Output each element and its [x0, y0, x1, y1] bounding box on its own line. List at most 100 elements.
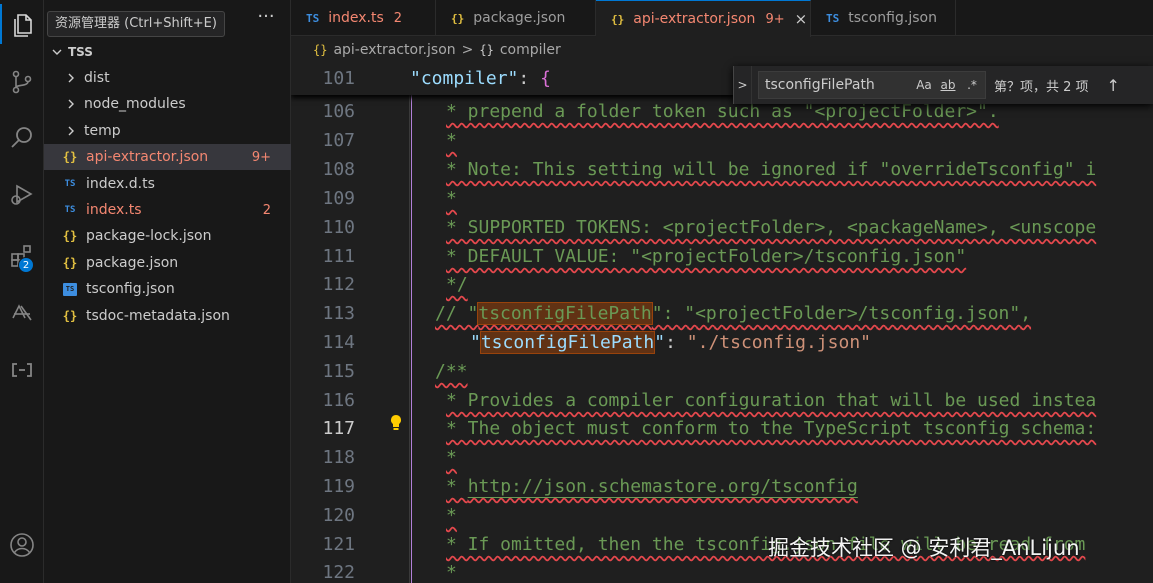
ts-file-icon: TS: [306, 11, 320, 25]
source-control-icon[interactable]: [0, 62, 44, 102]
close-icon[interactable]: ×: [795, 10, 808, 28]
find-input-value: tsconfigFilePath: [765, 77, 875, 93]
sticky-key: "compiler": [410, 68, 519, 89]
line-number: 115: [322, 361, 355, 382]
tab-label: api-extractor.json: [633, 11, 756, 27]
tab-api-extractor[interactable]: {} api-extractor.json 9+ ×: [596, 0, 811, 37]
search-icon[interactable]: [0, 118, 44, 158]
tree-file-index-ts[interactable]: TS index.ts 2: [44, 197, 291, 223]
tree-file-package-json[interactable]: {} package.json: [44, 250, 291, 276]
code-line: *: [446, 188, 457, 209]
code-line: *: [446, 130, 457, 151]
indent-guide: [409, 95, 410, 583]
tree-item-label: index.ts: [86, 202, 142, 218]
remote-icon[interactable]: [0, 292, 44, 332]
line-number: 114: [322, 332, 355, 353]
tab-label: index.ts: [328, 10, 384, 26]
breadcrumb-symbol[interactable]: compiler: [500, 42, 561, 58]
tree-folder-temp[interactable]: temp: [44, 118, 291, 144]
chevron-right-icon: [64, 71, 78, 85]
chevron-right-icon: [64, 97, 78, 111]
code-line: /**: [435, 361, 468, 382]
line-number: 111: [322, 246, 355, 267]
code-link[interactable]: http://json.schemastore.org/tsconfig: [468, 476, 858, 497]
line-number: 108: [322, 159, 355, 180]
tab-index-ts[interactable]: TS index.ts 2: [291, 0, 436, 36]
line-number: 101: [322, 68, 355, 89]
line-number: 107: [322, 130, 355, 151]
code-colon: :: [665, 332, 687, 353]
tree-file-package-lock[interactable]: {} package-lock.json: [44, 223, 291, 249]
line-number: 122: [322, 562, 355, 583]
code-line: * Provides a compiler configuration that…: [446, 390, 1097, 411]
chevron-right-icon: [64, 124, 78, 138]
tree-item-label: dist: [84, 70, 110, 86]
line-number: 110: [322, 217, 355, 238]
line-number: 113: [322, 303, 355, 324]
sticky-brace: {: [540, 68, 551, 89]
line-number: 106: [322, 101, 355, 122]
tree-item-label: tsdoc-metadata.json: [86, 308, 230, 324]
tree-file-api-extractor[interactable]: {} api-extractor.json 9+: [44, 144, 291, 170]
code-line: */: [446, 274, 468, 295]
code-quote: ": [654, 332, 666, 353]
code-line: * http://json.schemastore.org/tsconfig: [446, 472, 858, 501]
tree-folder-dist[interactable]: dist: [44, 65, 291, 91]
code-prefix: *: [446, 476, 468, 497]
line-number: 109: [322, 188, 355, 209]
toggle-replace-icon[interactable]: >: [734, 66, 752, 104]
breadcrumb: {} api-extractor.json > {} compiler: [291, 37, 1153, 63]
tree-file-index-d-ts[interactable]: TS index.d.ts: [44, 171, 291, 197]
line-number: 119: [322, 476, 355, 497]
previous-match-icon[interactable]: ↑: [1107, 76, 1120, 95]
whole-word-icon[interactable]: ab: [937, 75, 959, 95]
debug-console-icon[interactable]: [0, 350, 44, 390]
explorer-tooltip: 资源管理器 (Ctrl+Shift+E): [47, 11, 225, 37]
code-line: *: [446, 505, 457, 526]
breadcrumb-file[interactable]: api-extractor.json: [333, 42, 455, 58]
workspace-root[interactable]: TSS: [44, 40, 291, 64]
tab-tsconfig[interactable]: TS tsconfig.json: [811, 0, 956, 36]
tree-folder-node-modules[interactable]: node_modules: [44, 91, 291, 117]
tab-label: package.json: [473, 10, 566, 26]
tree-file-tsconfig[interactable]: TS tsconfig.json: [44, 276, 291, 302]
run-debug-icon[interactable]: [0, 174, 44, 214]
tab-label: tsconfig.json: [848, 10, 937, 26]
account-icon[interactable]: [0, 525, 44, 565]
extensions-badge: 2: [18, 257, 34, 273]
breadcrumb-separator: >: [461, 42, 474, 58]
line-number: 121: [322, 534, 355, 555]
ts-file-icon: TS: [64, 205, 76, 215]
json-file-icon: {}: [62, 309, 78, 323]
workspace-root-label: TSS: [68, 45, 93, 59]
tree-file-tsdoc-metadata[interactable]: {} tsdoc-metadata.json: [44, 303, 291, 329]
code-prefix: // ": [435, 303, 479, 324]
match-case-icon[interactable]: Aa: [913, 75, 935, 95]
json-file-icon: {}: [62, 256, 78, 270]
code-editor[interactable]: 101 "compiler": { 106 107 108 109 110 11…: [291, 63, 1153, 583]
line-number: 118: [322, 447, 355, 468]
line-number: 116: [322, 390, 355, 411]
code-line: * The object must conform to the TypeScr…: [446, 418, 1097, 439]
find-result-count: 第？项，共 2 项: [994, 79, 1089, 95]
code-line: "tsconfigFilePath": "./tsconfig.json": [470, 328, 871, 357]
more-actions-icon[interactable]: ···: [253, 6, 279, 28]
code-line: // "tsconfigFilePath": "<projectFolder>/…: [435, 299, 1031, 328]
lightbulb-icon[interactable]: [389, 414, 403, 432]
search-match: tsconfigFilePath: [477, 302, 653, 325]
line-number: 112: [322, 274, 355, 295]
line-number-current: 117: [322, 418, 355, 439]
code-suffix: ": "<projectFolder>/tsconfig.json",: [651, 303, 1032, 324]
explorer-icon[interactable]: [0, 4, 44, 44]
regex-icon[interactable]: .*: [961, 75, 983, 95]
tree-item-label: package-lock.json: [86, 228, 212, 244]
chevron-down-icon: [50, 45, 64, 59]
tree-item-label: api-extractor.json: [86, 149, 209, 165]
tree-item-label: package.json: [86, 255, 179, 271]
find-input[interactable]: tsconfigFilePath Aa ab .*: [758, 71, 986, 99]
json-file-icon: {}: [451, 11, 465, 25]
json-file-icon: {}: [62, 229, 78, 243]
json-file-icon: {}: [62, 150, 78, 164]
find-widget: > tsconfigFilePath Aa ab .* 第？项，共 2 项 ↑: [733, 66, 1153, 104]
tab-package-json[interactable]: {} package.json: [436, 0, 596, 36]
